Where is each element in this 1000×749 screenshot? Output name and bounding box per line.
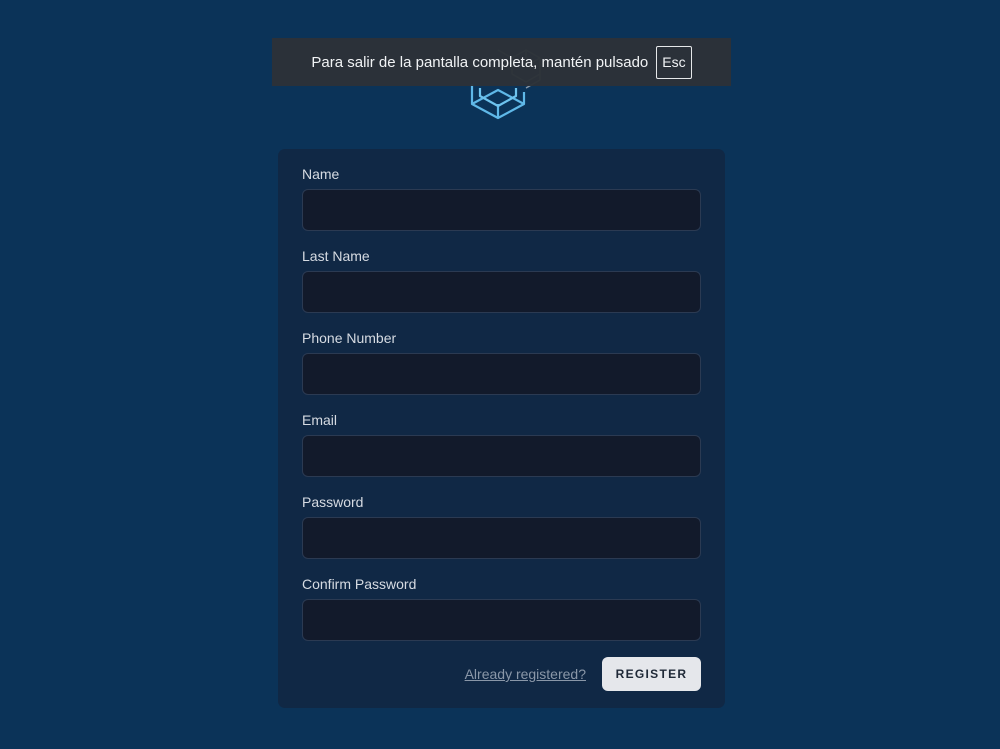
email-input[interactable] bbox=[302, 435, 701, 477]
password-input[interactable] bbox=[302, 517, 701, 559]
phone-number-input[interactable] bbox=[302, 353, 701, 395]
password-label: Password bbox=[302, 494, 364, 510]
last-name-label: Last Name bbox=[302, 248, 370, 264]
register-page: Para salir de la pantalla completa, mant… bbox=[0, 0, 1000, 749]
fullscreen-exit-notice: Para salir de la pantalla completa, mant… bbox=[272, 38, 731, 86]
confirm-password-input[interactable] bbox=[302, 599, 701, 641]
last-name-input[interactable] bbox=[302, 271, 701, 313]
name-input[interactable] bbox=[302, 189, 701, 231]
already-registered-link[interactable]: Already registered? bbox=[465, 666, 586, 682]
email-field-group: Email bbox=[302, 411, 701, 477]
fullscreen-notice-text: Para salir de la pantalla completa, mant… bbox=[311, 53, 649, 71]
esc-key-hint: Esc bbox=[656, 45, 692, 79]
name-label: Name bbox=[302, 166, 340, 182]
form-actions: Already registered? REGISTER bbox=[302, 657, 701, 691]
email-label: Email bbox=[302, 412, 338, 428]
register-form-card: Name Last Name Phone Number Email Passwo… bbox=[278, 149, 725, 708]
phone-number-label: Phone Number bbox=[302, 330, 397, 346]
confirm-password-label: Confirm Password bbox=[302, 576, 417, 592]
last-name-field-group: Last Name bbox=[302, 247, 701, 313]
confirm-password-field-group: Confirm Password bbox=[302, 575, 701, 641]
name-field-group: Name bbox=[302, 165, 701, 231]
register-button[interactable]: REGISTER bbox=[602, 657, 701, 691]
phone-number-field-group: Phone Number bbox=[302, 329, 701, 395]
password-field-group: Password bbox=[302, 493, 701, 559]
